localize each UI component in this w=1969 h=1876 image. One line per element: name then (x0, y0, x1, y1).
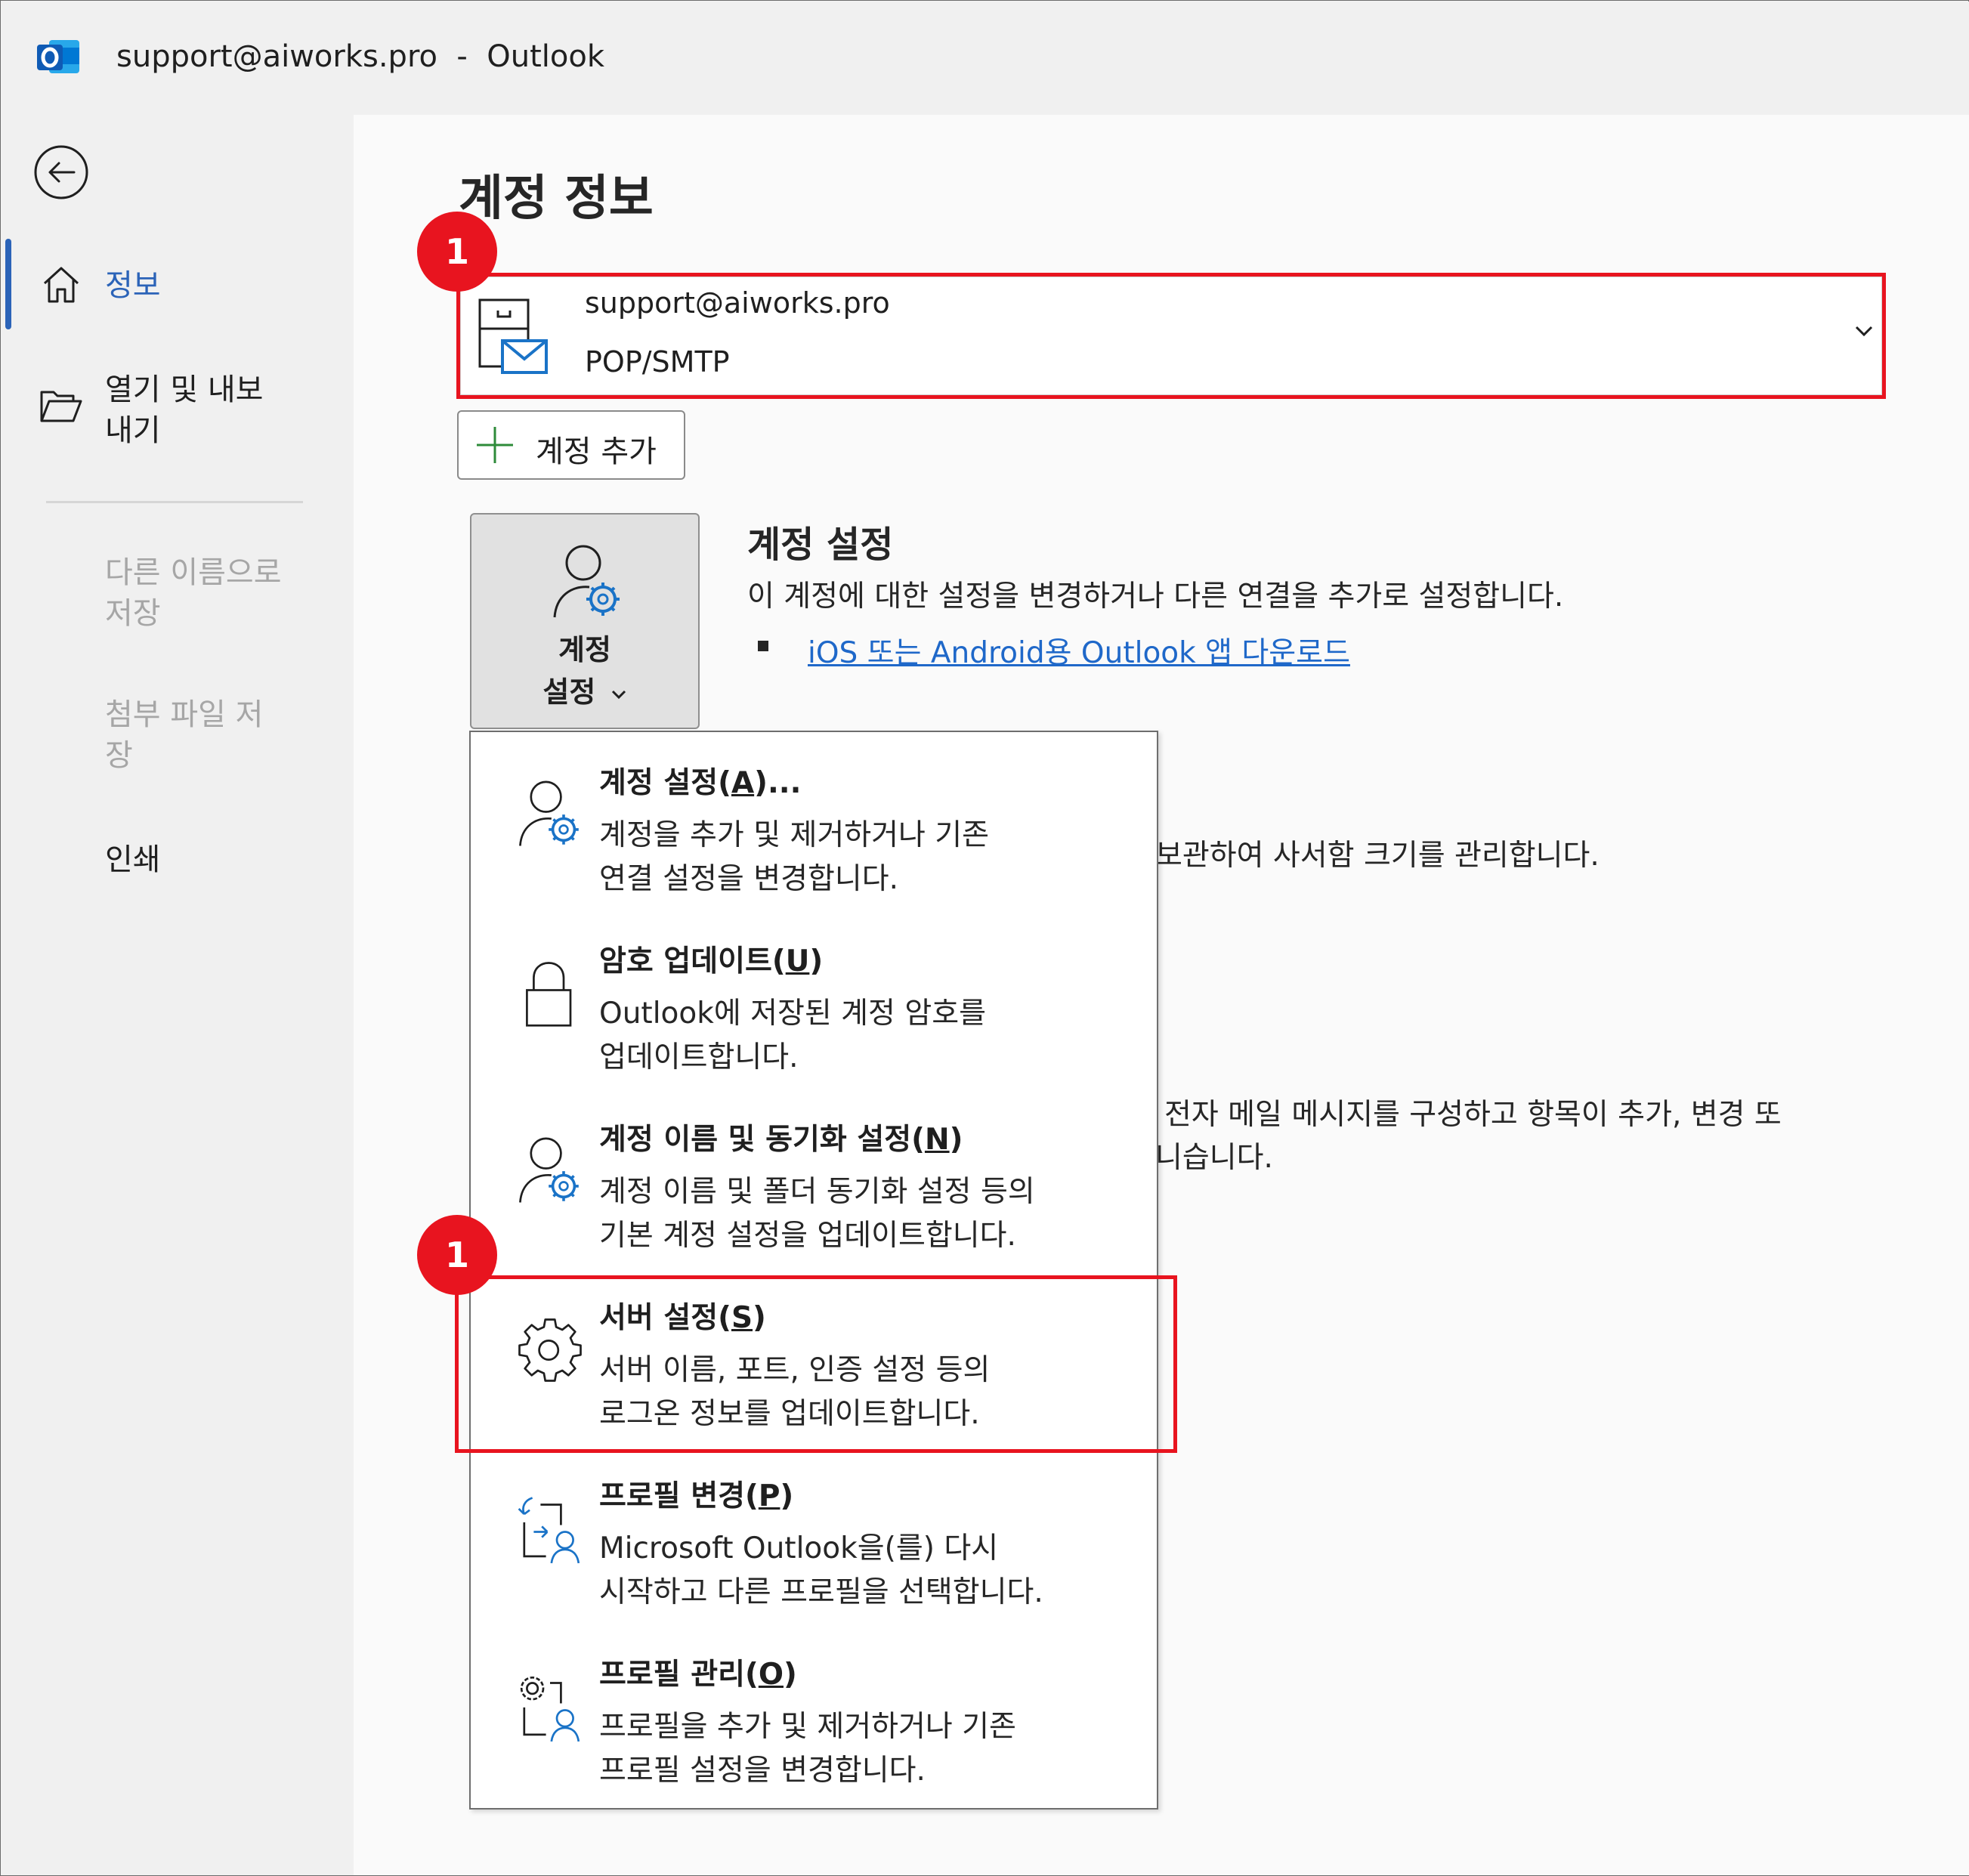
menu-item-account-name-sync[interactable]: 계정 이름 및 동기화 설정(N) 계정 이름 및 폴더 동기화 설정 등의 기본… (471, 1089, 1157, 1267)
sidebar-item-label: 장 (105, 738, 133, 773)
highlight-box-account (456, 273, 1886, 399)
profile-switch-icon (518, 1497, 580, 1564)
tile-label: 계정 (558, 633, 611, 666)
menu-item-manage-profiles[interactable]: 프로필 관리(O) 프로필을 추가 및 제거하거나 기존 프로필 설정을 변경합니… (471, 1624, 1157, 1802)
background-text: 전자 메일 메시지를 구성하고 항목이 추가, 변경 또 (1164, 1098, 1782, 1132)
sidebar-item-label: 저장 (105, 596, 161, 631)
plus-icon (477, 427, 513, 463)
background-text: 니습니다. (1155, 1141, 1273, 1175)
back-arrow-icon[interactable] (33, 144, 89, 200)
menu-item-account-settings[interactable]: 계정 설정(A)... 계정을 추가 및 제거하거나 기존 연결 설정을 변경합니… (471, 732, 1157, 910)
profile-manage-icon (520, 1676, 580, 1742)
section-title: 계정 설정 (747, 524, 894, 566)
background-text: 보관하여 사서함 크기를 관리합니다. (1155, 839, 1600, 873)
bullet (758, 641, 768, 651)
section-description: 이 계정에 대한 설정을 변경하거나 다른 연결을 추가로 설정합니다. (747, 579, 1564, 613)
sidebar-item-label: 첨부 파일 저 (105, 697, 264, 732)
sidebar-item-label: 정보 (105, 268, 161, 303)
menu-item-title: 암호 업데이트(U) (599, 944, 824, 978)
tile-label-text: 설정 (542, 675, 596, 709)
menu-item-title: 계정 이름 및 동기화 설정(N) (599, 1123, 963, 1157)
menu-item-title: 프로필 변경(P) (599, 1479, 794, 1513)
menu-item-description: 계정을 추가 및 제거하거나 기존 연결 설정을 변경합니다. (599, 818, 990, 896)
chevron-down-icon (611, 690, 626, 699)
sidebar-divider (46, 501, 303, 503)
home-icon (43, 267, 79, 303)
sidebar-item-label: 내기 (105, 413, 161, 448)
active-indicator (5, 239, 11, 329)
menu-item-description: Microsoft Outlook을(를) 다시 시작하고 다른 프로필을 선택합… (599, 1531, 1043, 1609)
tile-label: 설정 (471, 669, 698, 710)
menu-item-title: 계정 설정(A)... (599, 766, 802, 800)
title-bar: support@aiworks.pro - Outlook (2, 2, 1969, 115)
lock-icon (526, 962, 572, 1027)
account-settings-menu: 계정 설정(A)... 계정을 추가 및 제거하거나 기존 연결 설정을 변경합니… (469, 731, 1158, 1810)
account-settings-icon (519, 1137, 579, 1203)
sidebar-item-label: 다른 이름으로 (105, 555, 282, 590)
menu-item-change-profile[interactable]: 프로필 변경(P) Microsoft Outlook을(를) 다시 시작하고 다… (471, 1445, 1157, 1624)
outlook-window: support@aiworks.pro - Outlook 정보 열기 및 내보… (0, 0, 1969, 1876)
menu-item-description: 프로필을 추가 및 제거하거나 기존 프로필 설정을 변경합니다. (599, 1710, 1016, 1788)
sidebar-item-label: 인쇄 (105, 842, 161, 877)
add-account-label: 계정 추가 (536, 434, 657, 469)
menu-item-description: 계정 이름 및 폴더 동기화 설정 등의 기본 계정 설정을 업데이트합니다. (599, 1175, 1035, 1253)
window-title: support@aiworks.pro - Outlook (116, 39, 605, 74)
mobile-app-download-link[interactable]: iOS 또는 Android용 Outlook 앱 다운로드 (808, 629, 1350, 672)
highlight-box-server-settings (455, 1275, 1177, 1453)
sidebar-item-label: 열기 및 내보 (105, 372, 264, 407)
account-settings-icon (553, 545, 620, 618)
add-account-button[interactable]: 계정 추가 (457, 410, 685, 480)
outlook-logo-icon (37, 40, 79, 73)
page-title: 계정 정보 (459, 171, 654, 227)
account-settings-button[interactable]: 계정 설정 (470, 513, 700, 729)
menu-item-description: Outlook에 저장된 계정 암호를 업데이트합니다. (599, 997, 986, 1074)
folder-open-icon (40, 391, 82, 422)
callout-badge: 1 (417, 212, 497, 292)
callout-badge: 1 (417, 1215, 497, 1295)
menu-item-update-password[interactable]: 암호 업데이트(U) Outlook에 저장된 계정 암호를 업데이트합니다. (471, 910, 1157, 1089)
menu-item-title: 프로필 관리(O) (599, 1658, 797, 1692)
account-settings-icon (519, 780, 579, 846)
